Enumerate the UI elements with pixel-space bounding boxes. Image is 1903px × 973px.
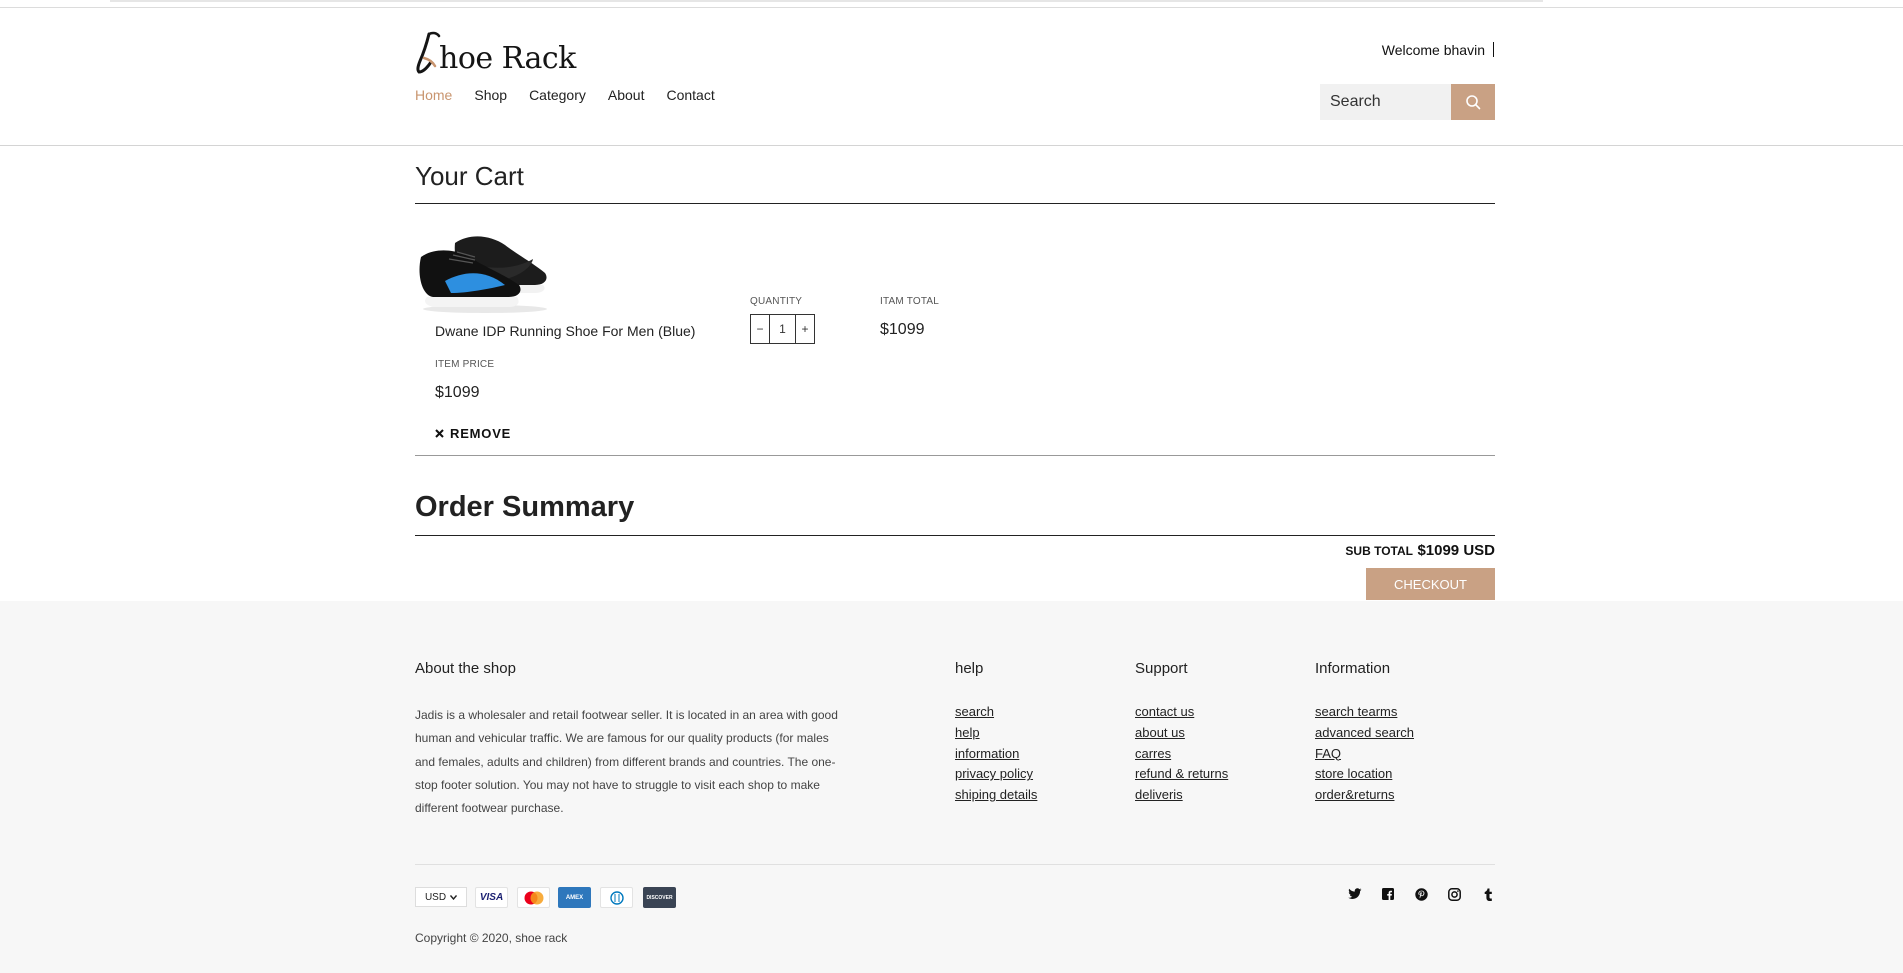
welcome-text[interactable]: Welcome bhavin [1382, 42, 1485, 58]
footer-link-contact-us[interactable]: contact us [1135, 702, 1228, 723]
summary-title-divider [415, 535, 1495, 536]
checkout-button[interactable]: CHECKOUT [1366, 568, 1495, 600]
chevron-down-icon [450, 894, 458, 900]
about-heading: About the shop [415, 660, 516, 677]
footer-link-careers[interactable]: carres [1135, 744, 1228, 765]
footer-link-search[interactable]: search [955, 702, 1037, 723]
mastercard-icon [517, 887, 550, 908]
footer-link-store-location[interactable]: store location [1315, 764, 1414, 785]
nav-category[interactable]: Category [529, 87, 586, 103]
search-input[interactable] [1320, 84, 1451, 120]
about-text: Jadis is a wholesaler and retail footwea… [415, 708, 838, 816]
quantity-value[interactable]: 1 [769, 315, 796, 343]
diners-club-icon [600, 887, 633, 908]
amex-icon: AMEX [558, 887, 591, 908]
footer-link-shipping-details[interactable]: shiping details [955, 785, 1037, 806]
footer-link-advanced-search[interactable]: advanced search [1315, 723, 1414, 744]
cart-title: Your Cart [415, 161, 524, 191]
footer-link-help[interactable]: help [955, 723, 1037, 744]
footer-link-deliveries[interactable]: deliveris [1135, 785, 1228, 806]
welcome-divider [1493, 42, 1494, 57]
close-icon [435, 429, 444, 438]
footer-link-privacy-policy[interactable]: privacy policy [955, 764, 1037, 785]
facebook-icon[interactable] [1380, 886, 1396, 902]
item-price-label: ITEM PRICE [435, 359, 495, 370]
footer-divider [415, 864, 1495, 865]
decrement-button[interactable]: − [751, 315, 769, 343]
item-price-value: $1099 [435, 384, 480, 401]
information-heading: Information [1315, 660, 1391, 677]
footer-link-faq[interactable]: FAQ [1315, 744, 1414, 765]
item-total-value: $1099 [880, 321, 925, 338]
currency-value: USD [424, 891, 447, 903]
quantity-label: QUANTITY [750, 296, 803, 307]
help-heading: help [955, 660, 984, 677]
support-links: contact us about us carres refund & retu… [1135, 702, 1228, 806]
increment-button[interactable]: + [796, 315, 814, 343]
footer-link-order-returns[interactable]: order&returns [1315, 785, 1414, 806]
product-name[interactable]: Dwane IDP Running Shoe For Men (Blue) [435, 323, 695, 339]
footer-link-information[interactable]: information [955, 744, 1037, 765]
information-links: search tearms advanced search FAQ store … [1315, 702, 1414, 806]
footer-link-about-us[interactable]: about us [1135, 723, 1228, 744]
cart-item-divider [415, 455, 1495, 456]
instagram-icon[interactable] [1446, 886, 1462, 902]
site-header: hoe Rack Home Shop Category About Contac… [0, 8, 1903, 146]
support-heading: Support [1135, 660, 1188, 677]
search-button[interactable] [1451, 84, 1495, 120]
footer-link-refund-returns[interactable]: refund & returns [1135, 764, 1228, 785]
nav-shop[interactable]: Shop [474, 87, 507, 103]
subtotal-label: SUB TOTAL [1345, 544, 1413, 558]
remove-label: REMOVE [450, 426, 512, 441]
pinterest-icon[interactable] [1413, 886, 1429, 902]
nav-about[interactable]: About [608, 87, 645, 103]
welcome-message: Welcome bhavin [1382, 42, 1494, 58]
browser-top-strip [0, 0, 1903, 8]
nav-home[interactable]: Home [415, 87, 452, 103]
subtotal-value: $1099 USD [1417, 542, 1495, 559]
quantity-stepper: − 1 + [750, 314, 815, 344]
site-footer: About the shop Jadis is a wholesaler and… [0, 601, 1903, 973]
visa-icon: VISA [475, 887, 508, 908]
currency-select[interactable]: USD [415, 887, 467, 907]
search-icon [1466, 95, 1481, 110]
order-summary-title: Order Summary [415, 491, 635, 523]
help-links: search help information privacy policy s… [955, 702, 1037, 806]
nav-contact[interactable]: Contact [666, 87, 714, 103]
cart-title-divider [415, 203, 1495, 204]
main-nav: Home Shop Category About Contact [415, 87, 715, 103]
remove-button[interactable]: REMOVE [435, 426, 511, 441]
site-logo[interactable]: hoe Rack [415, 26, 576, 76]
footer-link-search-terms[interactable]: search tearms [1315, 702, 1414, 723]
subtotal: SUB TOTAL $1099 USD [1345, 542, 1495, 560]
tumblr-icon[interactable] [1480, 886, 1496, 902]
twitter-icon[interactable] [1347, 886, 1363, 902]
item-total-label: ITAM TOTAL [880, 296, 940, 307]
search-box [1320, 84, 1495, 120]
product-image[interactable] [415, 223, 553, 315]
discover-icon: DISCOVER [643, 887, 676, 908]
logo-text: hoe Rack [439, 41, 576, 76]
copyright-text: Copyright © 2020, shoe rack [415, 931, 568, 945]
